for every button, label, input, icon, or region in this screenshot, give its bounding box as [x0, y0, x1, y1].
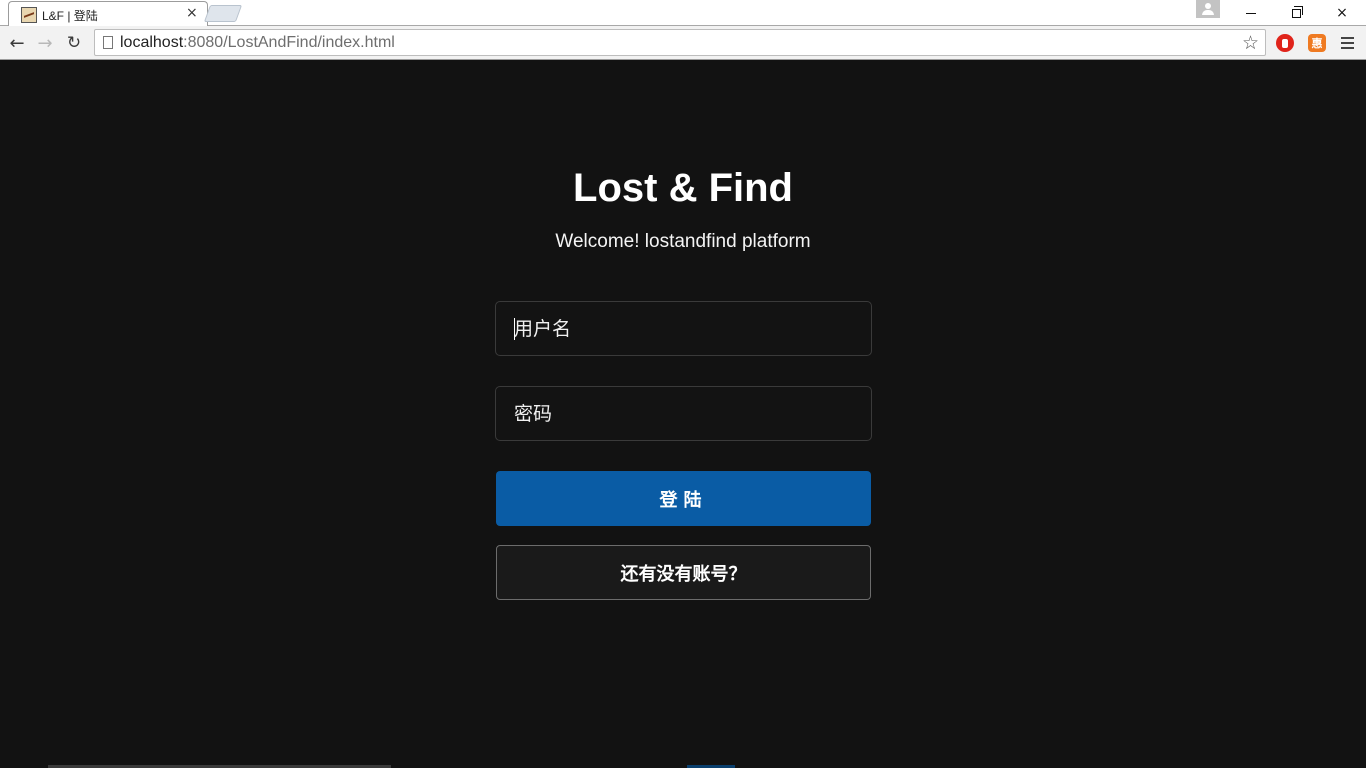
minimize-icon [1246, 12, 1256, 14]
login-button[interactable]: 登陆 [496, 471, 871, 526]
new-tab-button[interactable] [203, 5, 243, 22]
site-favicon-icon [21, 7, 37, 23]
page-info-icon[interactable] [103, 36, 113, 49]
url-path: :8080/LostAndFind/index.html [183, 34, 395, 51]
profile-avatar-icon[interactable] [1196, 0, 1220, 18]
register-button[interactable]: 还有没有账号？ [496, 545, 871, 600]
login-page: Lost & Find Welcome! lostandfind platfor… [0, 61, 1366, 768]
password-input[interactable] [495, 386, 872, 441]
url-host: localhost [120, 34, 184, 51]
forward-arrow-icon[interactable]: → [34, 32, 56, 54]
bookmark-star-icon[interactable]: ☆ [1242, 32, 1259, 54]
browser-toolbar: ← → ↻ localhost:8080/LostAndFind/index.h… [0, 26, 1366, 60]
browser-tabstrip: L&F | 登陆 × × [0, 0, 1366, 26]
window-minimize-button[interactable] [1228, 0, 1274, 26]
reload-icon[interactable]: ↻ [63, 32, 85, 54]
coupon-extension-icon[interactable]: 惠 [1308, 34, 1326, 52]
url-text[interactable]: localhost:8080/LostAndFind/index.html [120, 34, 395, 52]
back-arrow-icon[interactable]: ← [6, 32, 28, 54]
page-title: Lost & Find [573, 166, 793, 210]
tab-close-icon[interactable]: × [186, 5, 198, 21]
restore-icon [1291, 5, 1303, 18]
browser-menu-icon[interactable] [1340, 34, 1356, 52]
address-bar[interactable]: localhost:8080/LostAndFind/index.html ☆ [94, 29, 1266, 56]
browser-tab-active[interactable]: L&F | 登陆 × [8, 1, 208, 26]
text-cursor [514, 318, 515, 340]
username-input[interactable] [495, 301, 872, 356]
adblock-extension-icon[interactable] [1276, 34, 1294, 52]
tab-title: L&F | 登陆 [42, 9, 98, 23]
window-restore-button[interactable] [1273, 0, 1319, 26]
window-close-button[interactable]: × [1319, 0, 1365, 26]
page-subtitle: Welcome! lostandfind platform [555, 231, 811, 252]
